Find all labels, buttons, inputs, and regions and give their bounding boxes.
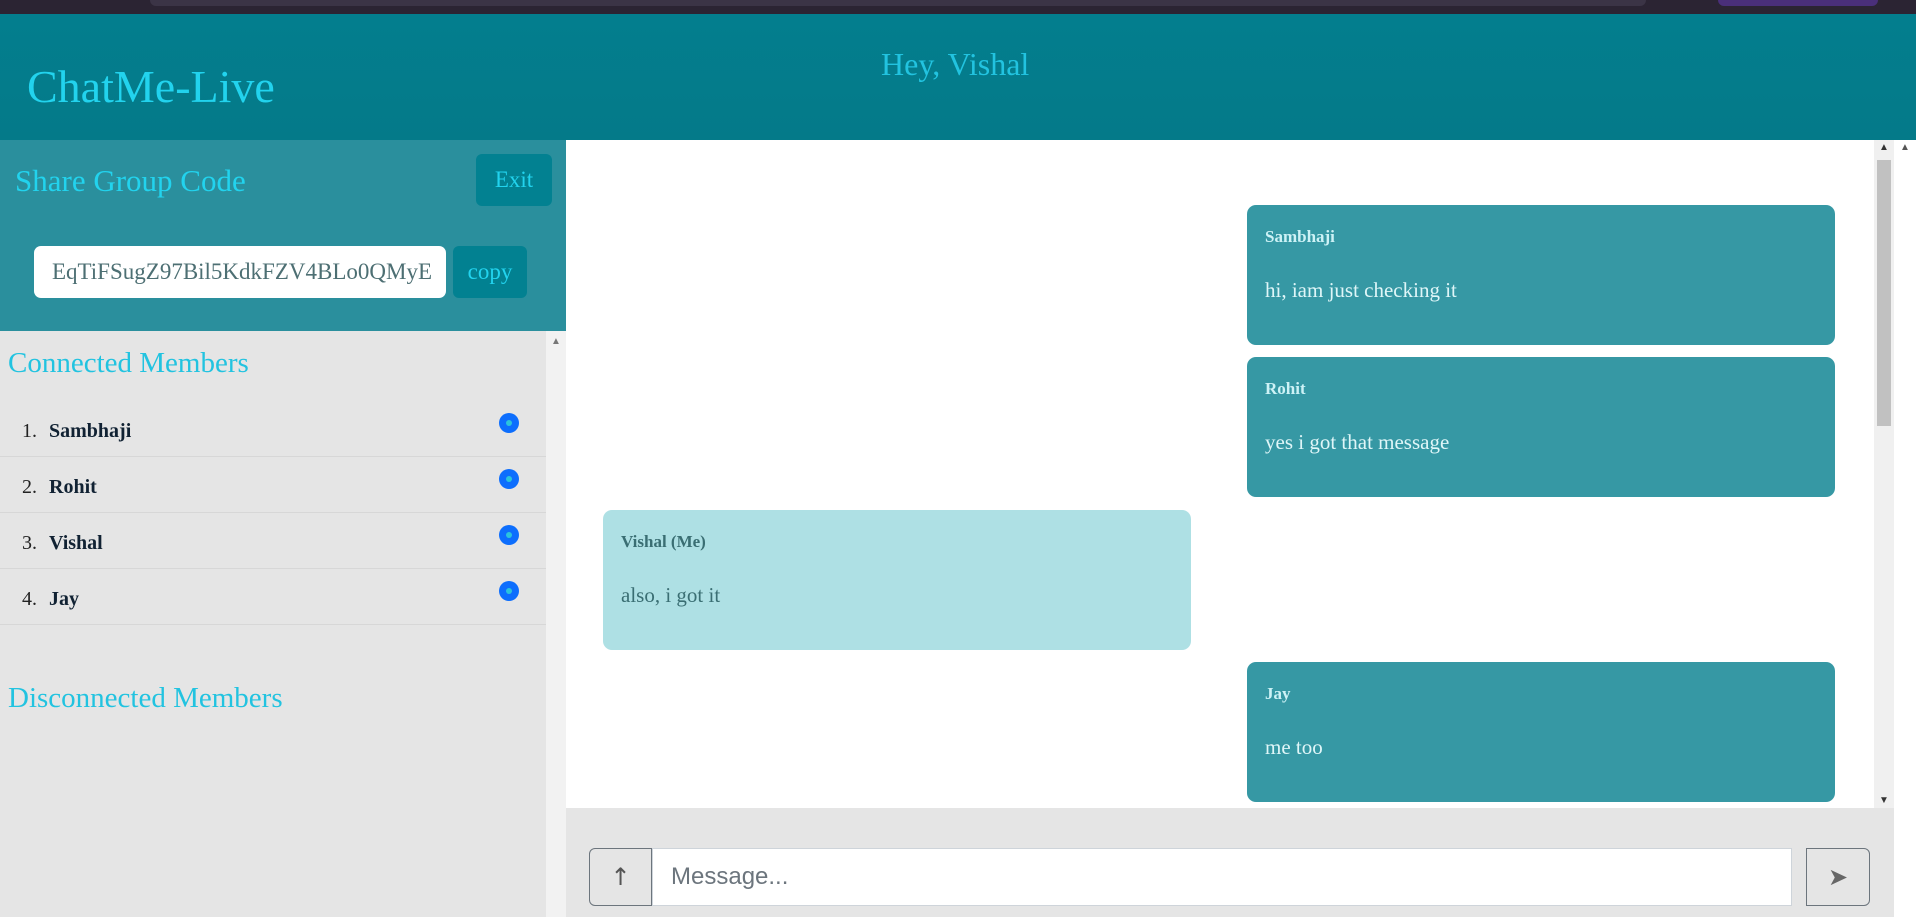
chat-messages-area: Sambhaji hi, iam just checking it Rohit … [566, 140, 1874, 808]
page-scrollbar[interactable]: ▲ [1894, 140, 1916, 917]
message-text: hi, iam just checking it [1265, 278, 1457, 302]
online-dot-icon [499, 469, 519, 489]
scroll-up-icon[interactable]: ▲ [1900, 142, 1910, 153]
member-name: Jay [49, 588, 79, 610]
send-button[interactable]: ➤ [1806, 848, 1870, 906]
connected-members-list: 1. Sambhaji 2. Rohit 3. Vishal 4. Jay [0, 401, 546, 625]
online-dot-icon [499, 413, 519, 433]
share-group-title: Share Group Code [15, 163, 246, 198]
app-header: ChatMe-Live Hey, Vishal [0, 14, 1916, 140]
member-number: 3. [22, 532, 37, 554]
message-text: me too [1265, 735, 1323, 759]
scrollbar-thumb[interactable] [1877, 160, 1891, 426]
list-item[interactable]: 3. Vishal [0, 513, 546, 569]
exit-button[interactable]: Exit [476, 154, 552, 206]
browser-address-bar[interactable] [150, 0, 1646, 6]
list-item[interactable]: 4. Jay [0, 569, 546, 625]
message-composer: ↑ Message... ➤ [566, 808, 1894, 917]
list-item[interactable]: 2. Rohit [0, 457, 546, 513]
share-group-panel: Share Group Code Exit EqTiFSugZ97Bil5Kdk… [0, 140, 566, 331]
greeting-text: Hey, Vishal [881, 46, 1030, 82]
copy-button[interactable]: copy [453, 246, 527, 298]
scroll-up-icon[interactable]: ▲ [551, 336, 561, 347]
list-item[interactable]: 1. Sambhaji [0, 401, 546, 457]
attach-button[interactable]: ↑ [589, 848, 652, 906]
member-number: 1. [22, 420, 37, 442]
message-author: Vishal (Me) [621, 532, 706, 551]
message-author: Sambhaji [1265, 227, 1335, 246]
message-author: Rohit [1265, 379, 1306, 398]
scroll-down-icon[interactable]: ▼ [1879, 795, 1889, 806]
my-message-bubble: Vishal (Me) also, i got it [603, 510, 1191, 650]
member-name: Sambhaji [49, 420, 132, 442]
browser-strip [0, 0, 1916, 14]
member-number: 2. [22, 476, 37, 498]
chat-scrollbar[interactable]: ▲ ▼ [1874, 140, 1894, 808]
member-number: 4. [22, 588, 37, 610]
browser-extension-button[interactable] [1718, 0, 1878, 6]
message-text: yes i got that message [1265, 430, 1450, 454]
member-name: Vishal [49, 532, 103, 554]
online-dot-icon [499, 525, 519, 545]
send-arrow-icon: ➤ [1827, 863, 1849, 891]
message-input[interactable]: Message... [652, 848, 1792, 906]
message-bubble: Jay me too [1247, 662, 1835, 802]
scroll-up-icon[interactable]: ▲ [1879, 142, 1889, 153]
message-text: also, i got it [621, 583, 721, 607]
arrow-up-icon: ↑ [610, 863, 631, 891]
member-name: Rohit [49, 476, 97, 498]
message-bubble: Sambhaji hi, iam just checking it [1247, 205, 1835, 345]
group-code-input[interactable]: EqTiFSugZ97Bil5KdkFZV4BLo0QMyE [34, 246, 446, 298]
disconnected-members-title: Disconnected Members [8, 682, 283, 714]
online-dot-icon [499, 581, 519, 601]
message-bubble: Rohit yes i got that message [1247, 357, 1835, 497]
app-brand: ChatMe-Live [27, 61, 275, 112]
members-scrollbar[interactable]: ▲ [546, 331, 566, 917]
connected-members-title: Connected Members [8, 347, 249, 379]
message-author: Jay [1265, 684, 1291, 703]
members-panel: Connected Members 1. Sambhaji 2. Rohit 3… [0, 331, 546, 917]
